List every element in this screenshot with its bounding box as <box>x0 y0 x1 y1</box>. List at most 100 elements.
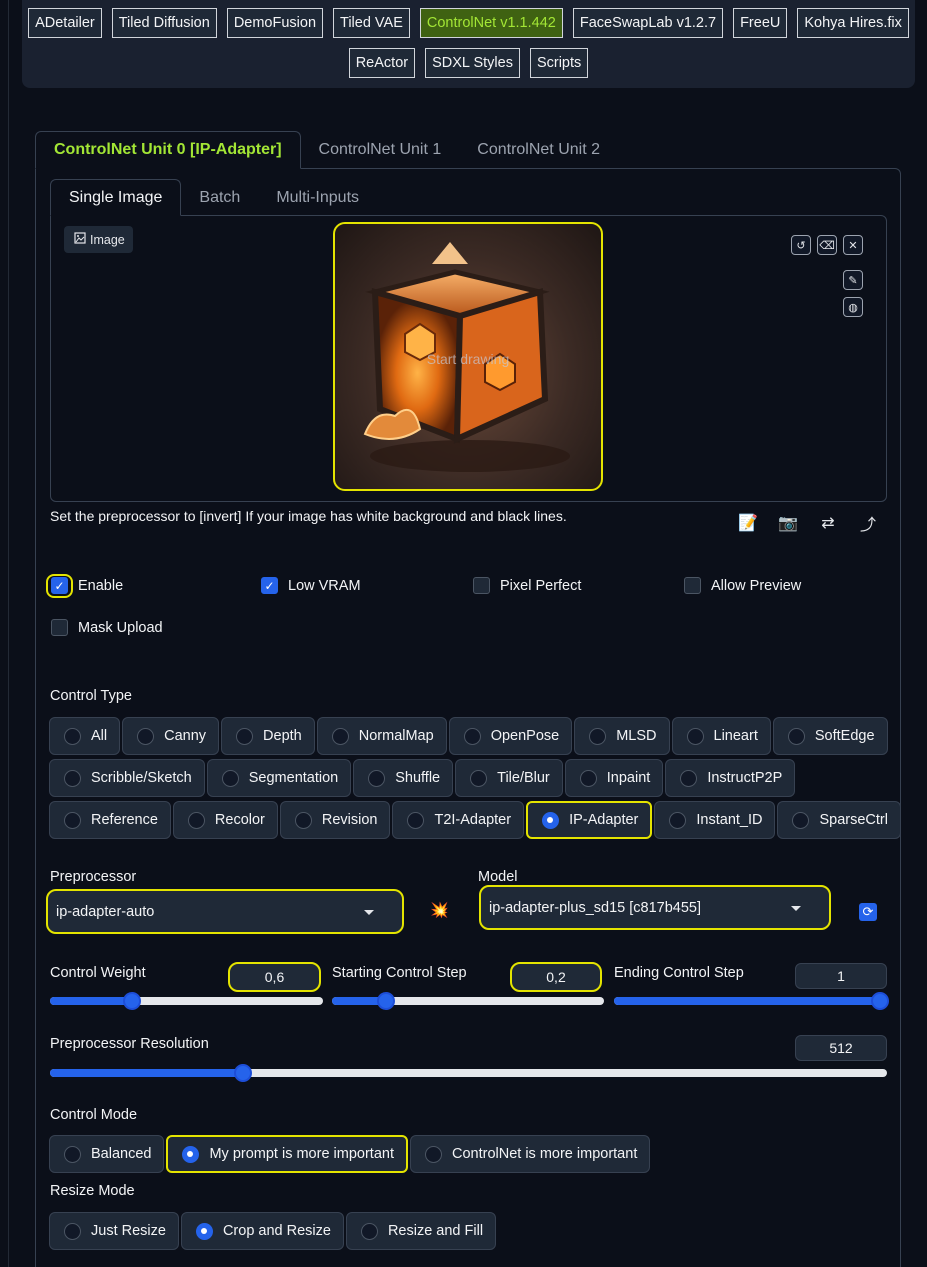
tab-controlnet-unit-2[interactable]: ControlNet Unit 2 <box>459 131 618 169</box>
control-type-lineart[interactable]: Lineart <box>671 717 771 755</box>
control-type-softedge[interactable]: SoftEdge <box>772 717 888 755</box>
radio-dot <box>331 727 349 745</box>
tab-tiled-vae[interactable]: Tiled VAE <box>333 8 410 38</box>
control-type-mlsd[interactable]: MLSD <box>574 717 670 755</box>
tab-controlnet[interactable]: ControlNet v1.1.442 <box>419 8 563 38</box>
control-type-inpaint[interactable]: Inpaint <box>564 759 664 797</box>
radio-dot <box>64 1222 81 1240</box>
control-type-openpose[interactable]: OpenPose <box>448 717 573 755</box>
camera-icon[interactable]: 📷 <box>777 512 799 534</box>
control-mode-balanced[interactable]: Balanced <box>49 1135 165 1173</box>
tab-demofusion[interactable]: DemoFusion <box>226 8 324 38</box>
tab-scripts[interactable]: Scripts <box>529 48 589 78</box>
radio-label: Scribble/Sketch <box>91 770 192 786</box>
radio-label: Reference <box>91 812 158 828</box>
low-vram-checkbox[interactable]: ✓ Low VRAM <box>261 577 361 594</box>
slider-thumb[interactable] <box>871 992 889 1010</box>
tab-single-image[interactable]: Single Image <box>50 179 182 216</box>
tab-tiled-diffusion[interactable]: Tiled Diffusion <box>111 8 217 38</box>
radio-label: Revision <box>321 812 378 828</box>
resize-mode-options: Just Resize Crop and Resize Resize and F… <box>49 1212 497 1250</box>
slider-thumb[interactable] <box>122 992 141 1010</box>
tab-multi-inputs[interactable]: Multi-Inputs <box>258 179 377 216</box>
radio-label: Inpaint <box>606 770 651 786</box>
control-type-instructp2p[interactable]: InstructP2P <box>665 759 796 797</box>
tab-batch[interactable]: Batch <box>181 179 258 216</box>
refresh-icon[interactable]: ⟳ <box>859 903 877 921</box>
tab-sdxl-styles[interactable]: SDXL Styles <box>425 48 520 78</box>
controlnet-unit-tabs: ControlNet Unit 0 [IP-Adapter] ControlNe… <box>35 131 618 169</box>
resize-mode-resize-and-fill[interactable]: Resize and Fill <box>345 1212 497 1250</box>
radio-label: Segmentation <box>248 770 339 786</box>
tab-controlnet-unit-1[interactable]: ControlNet Unit 1 <box>301 131 460 169</box>
starting-step-slider[interactable] <box>332 992 604 1010</box>
tab-faceswaplab[interactable]: FaceSwapLab v1.2.7 <box>572 8 724 38</box>
control-type-depth[interactable]: Depth <box>221 717 315 755</box>
send-dimensions-icon[interactable]: ⤴ <box>857 512 879 534</box>
ending-step-slider[interactable] <box>614 992 889 1010</box>
notepad-icon[interactable]: 📝 <box>737 512 759 534</box>
control-type-revision[interactable]: Revision <box>279 801 391 839</box>
model-select[interactable]: ip-adapter-plus_sd15 [c817b455] <box>479 885 831 930</box>
control-type-scribble[interactable]: Scribble/Sketch <box>49 759 205 797</box>
control-weight-input[interactable]: 0,6 <box>228 962 321 992</box>
preprocessor-label: Preprocessor <box>50 869 137 885</box>
preprocessor-select[interactable]: ip-adapter-auto <box>46 889 404 934</box>
control-type-segmentation[interactable]: Segmentation <box>206 759 352 797</box>
control-type-shuffle[interactable]: Shuffle <box>353 759 454 797</box>
preprocessor-hint: Set the preprocessor to [invert] If your… <box>50 508 567 524</box>
radio-label: Tile/Blur <box>497 770 550 786</box>
control-type-all[interactable]: All <box>49 717 121 755</box>
undo-icon[interactable]: ↺ <box>791 235 811 255</box>
control-type-t2i-adapter[interactable]: T2I-Adapter <box>392 801 525 839</box>
starting-step-label: Starting Control Step <box>332 965 467 981</box>
ending-step-input[interactable]: 1 <box>795 963 887 989</box>
run-preprocessor-icon[interactable]: 💥 <box>430 901 449 919</box>
control-type-recolor[interactable]: Recolor <box>172 801 278 839</box>
control-type-normalmap[interactable]: NormalMap <box>316 717 447 755</box>
starting-step-input[interactable]: 0,2 <box>510 962 602 992</box>
control-type-row-1: All Canny Depth NormalMap OpenPose MLSD … <box>49 717 888 755</box>
extensions-row-1: ADetailer Tiled Diffusion DemoFusion Til… <box>22 8 915 38</box>
resize-mode-crop-and-resize[interactable]: Crop and Resize <box>180 1212 344 1250</box>
allow-preview-checkbox[interactable]: Allow Preview <box>684 577 801 594</box>
pixel-perfect-checkbox[interactable]: Pixel Perfect <box>473 577 581 594</box>
tab-controlnet-unit-0[interactable]: ControlNet Unit 0 [IP-Adapter] <box>35 131 301 169</box>
close-icon[interactable]: ✕ <box>843 235 863 255</box>
mask-upload-checkbox[interactable]: Mask Upload <box>51 619 163 636</box>
control-type-tile-blur[interactable]: Tile/Blur <box>455 759 563 797</box>
preprocessor-resolution-slider[interactable] <box>50 1064 887 1082</box>
control-type-sparsectrl[interactable]: SparseCtrl <box>777 801 901 839</box>
resize-mode-just-resize[interactable]: Just Resize <box>49 1212 179 1250</box>
radio-dot <box>64 727 81 745</box>
control-type-instant-id[interactable]: Instant_ID <box>654 801 776 839</box>
control-type-canny[interactable]: Canny <box>122 717 220 755</box>
slider-thumb[interactable] <box>233 1064 252 1082</box>
radio-dot <box>368 769 386 787</box>
tab-reactor[interactable]: ReActor <box>348 48 416 78</box>
radio-label: IP-Adapter <box>569 812 639 828</box>
eraser-icon[interactable]: ⌫ <box>817 235 837 255</box>
control-weight-slider[interactable] <box>50 992 323 1010</box>
palette-icon[interactable]: ◍ <box>843 297 863 317</box>
control-mode-label: Control Mode <box>50 1107 138 1123</box>
swap-icon[interactable]: ⇄ <box>817 512 839 534</box>
ending-step-label: Ending Control Step <box>614 965 744 981</box>
radio-label: Canny <box>164 728 207 744</box>
brush-icon[interactable]: ✎ <box>843 270 863 290</box>
tab-freeu[interactable]: FreeU <box>733 8 788 38</box>
image-canvas[interactable]: Start drawing <box>333 222 603 491</box>
tab-kohya-hires-fix[interactable]: Kohya Hires.fix <box>797 8 909 38</box>
radio-dot <box>463 727 481 745</box>
radio-dot <box>360 1222 378 1240</box>
control-type-row-3: Reference Recolor Revision T2I-Adapter I… <box>49 801 901 839</box>
control-mode-controlnet-important[interactable]: ControlNet is more important <box>410 1135 651 1173</box>
control-type-ip-adapter[interactable]: IP-Adapter <box>526 801 653 839</box>
control-type-reference[interactable]: Reference <box>49 801 171 839</box>
radio-dot-selected <box>195 1222 213 1240</box>
preprocessor-resolution-input[interactable]: 512 <box>795 1035 887 1061</box>
tab-adetailer[interactable]: ADetailer <box>28 8 102 38</box>
radio-dot-selected <box>542 811 560 829</box>
enable-checkbox[interactable]: ✓ Enable <box>51 577 123 594</box>
control-mode-prompt-important[interactable]: My prompt is more important <box>166 1135 408 1173</box>
